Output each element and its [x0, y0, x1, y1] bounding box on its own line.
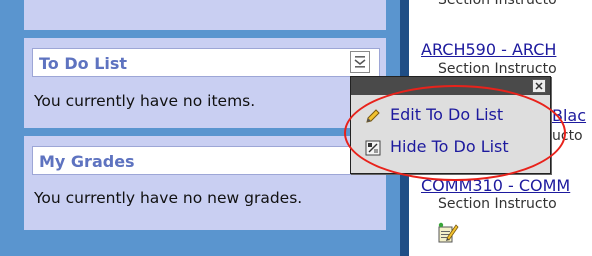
menu-chevron-icon — [354, 56, 366, 68]
grades-title: My Grades — [39, 152, 135, 171]
course-link-arch590[interactable]: ARCH590 - ARCH — [421, 40, 556, 59]
todo-title-bar: To Do List — [32, 48, 380, 77]
todo-title: To Do List — [39, 54, 128, 73]
edit-todo-list-label: Edit To Do List — [390, 105, 504, 124]
pencil-icon — [366, 109, 380, 123]
module-partial-top — [24, 0, 386, 30]
instructor-label: Section Instructo — [438, 196, 557, 212]
module-options-popup: Edit To Do List Hide To Do List — [350, 76, 551, 174]
hide-todo-list-label: Hide To Do List — [390, 137, 509, 156]
edit-todo-list-item[interactable]: Edit To Do List — [365, 105, 555, 127]
instructor-label: Section Instructo — [438, 61, 557, 77]
document-edit-icon[interactable] — [437, 222, 459, 244]
todo-module: To Do List You currently have no items. — [24, 38, 386, 128]
instructor-label: Section Instructo — [438, 0, 557, 8]
todo-menu-button[interactable] — [350, 51, 370, 73]
course-link-partial[interactable]: Blac — [552, 106, 586, 125]
close-icon — [535, 82, 543, 90]
course-link-comm310[interactable]: COMM310 - COMM — [421, 176, 570, 195]
popup-header — [351, 77, 550, 95]
popup-close-button[interactable] — [532, 79, 546, 93]
instructor-label: ucto — [552, 128, 583, 144]
left-sidebar: To Do List You currently have no items. … — [0, 0, 400, 256]
todo-empty-message: You currently have no items. — [34, 92, 256, 110]
hide-todo-list-item[interactable]: Hide To Do List — [365, 137, 555, 159]
hide-icon — [365, 140, 381, 156]
grades-empty-message: You currently have no new grades. — [34, 189, 303, 207]
grades-title-bar: My Grades — [32, 146, 380, 175]
grades-module: My Grades You currently have no new grad… — [24, 136, 386, 230]
